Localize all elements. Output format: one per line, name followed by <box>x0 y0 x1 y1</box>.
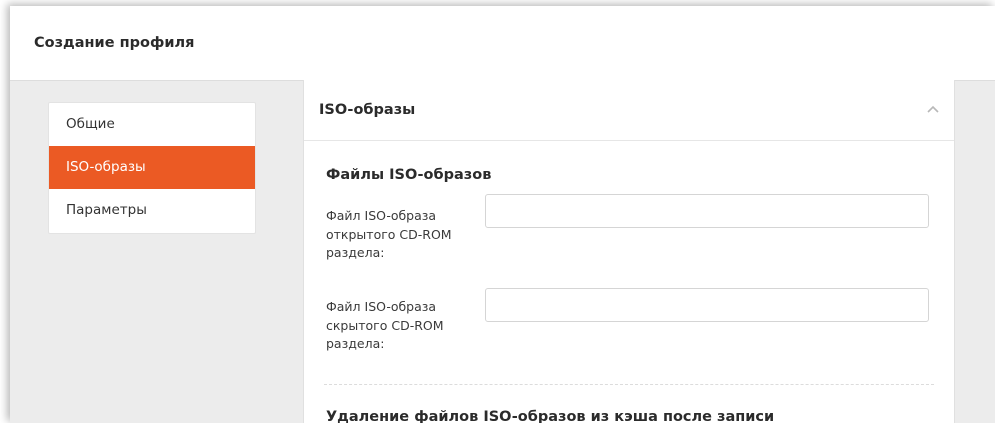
iso-panel: ISO-образы Файлы ISO-образов Файл ISO-об… <box>303 80 955 423</box>
page-header: Создание профиля <box>10 6 995 81</box>
section-title-iso-cache-removal: Удаление файлов ISO-образов из кэша посл… <box>326 409 775 423</box>
window: Создание профиля Общие ISO-образы Параме… <box>10 6 995 423</box>
chevron-up-icon[interactable] <box>926 104 940 114</box>
sidebar-item-iso-images[interactable]: ISO-образы <box>49 146 255 189</box>
panel-title: ISO-образы <box>319 102 416 118</box>
sidebar-item-general[interactable]: Общие <box>49 103 255 146</box>
page-title: Создание профиля <box>34 35 195 51</box>
open-cdrom-iso-input[interactable] <box>485 194 929 228</box>
hidden-cdrom-iso-input[interactable] <box>485 288 929 322</box>
hidden-cdrom-iso-label: Файл ISO-образа скрытого CD-ROM раздела: <box>326 299 444 351</box>
sidebar-item-parameters[interactable]: Параметры <box>49 189 255 232</box>
section-divider <box>324 384 934 385</box>
section-title-iso-files: Файлы ISO-образов <box>326 167 492 183</box>
open-cdrom-iso-label: Файл ISO-образа открытого CD-ROM раздела… <box>326 208 452 260</box>
sidebar-nav: Общие ISO-образы Параметры <box>48 102 256 234</box>
panel-header[interactable]: ISO-образы <box>304 80 954 141</box>
